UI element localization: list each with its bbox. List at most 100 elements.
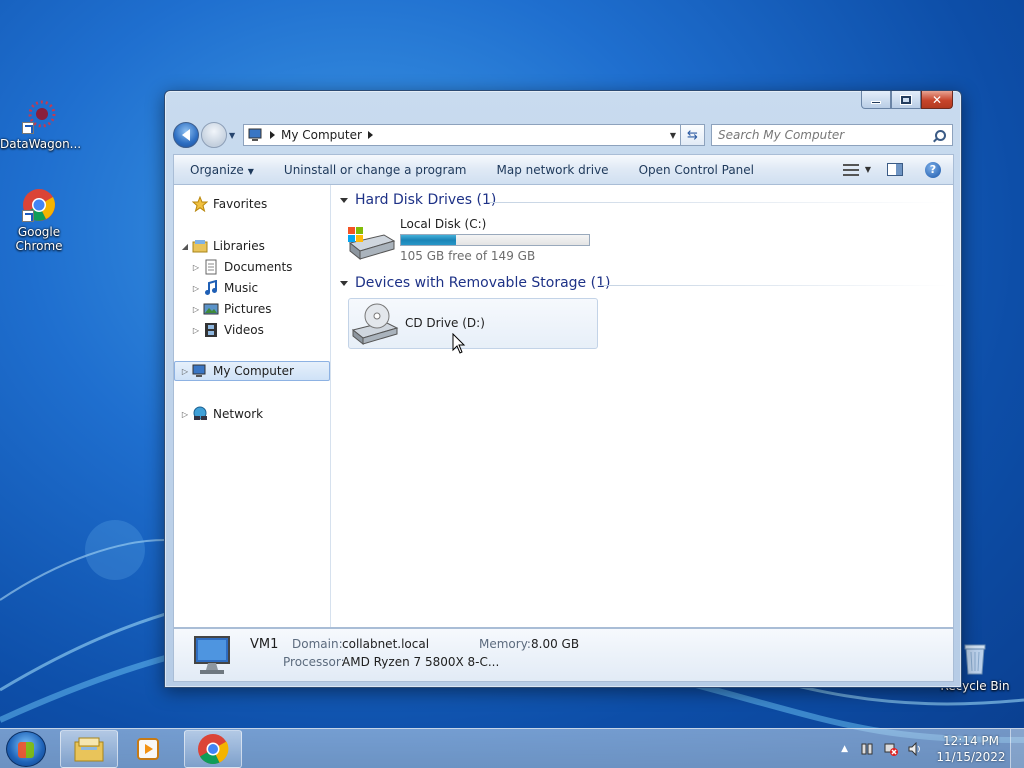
hard-disk-icon (348, 227, 396, 261)
drive-name: Local Disk (C:) (400, 217, 487, 231)
drive-cd-drive-d[interactable]: CD Drive (D:) (348, 298, 598, 349)
nav-music[interactable]: ▷ Music (191, 278, 258, 298)
group-header-hard-disk-drives[interactable]: Hard Disk Drives (1) (340, 192, 496, 208)
taskbar-chrome-button[interactable] (184, 730, 242, 768)
nav-my-computer[interactable]: ▷ My Computer (174, 361, 330, 381)
disk-usage-fill (401, 235, 457, 245)
forward-button[interactable] (201, 122, 227, 148)
drive-name: CD Drive (D:) (405, 316, 485, 330)
disk-usage-bar (400, 234, 590, 246)
expand-icon[interactable]: ▷ (191, 284, 201, 293)
cd-drive-icon (351, 303, 399, 346)
network-icon (193, 406, 207, 420)
desktop-icon-datawagon[interactable]: DataWagon... (0, 100, 82, 151)
expand-icon[interactable]: ▷ (191, 305, 201, 314)
maximize-icon (900, 94, 912, 105)
expand-icon[interactable]: ▷ (180, 410, 190, 419)
system-tray: ▲ 12:14 PM 11/15/2022 (841, 729, 1024, 768)
history-dropdown-button[interactable]: ▼ (229, 131, 239, 140)
nav-label: Pictures (224, 302, 272, 316)
close-icon: ✕ (931, 92, 943, 107)
search-icon[interactable] (935, 129, 946, 141)
collapse-icon[interactable]: ◢ (180, 242, 190, 251)
map-network-drive-button[interactable]: Map network drive (497, 163, 609, 177)
drive-free-space: 105 GB free of 149 GB (400, 249, 536, 263)
taskbar-clock[interactable]: 12:14 PM 11/15/2022 (932, 733, 1010, 765)
back-button[interactable] (173, 122, 199, 148)
maximize-button[interactable] (891, 91, 921, 109)
documents-icon (205, 259, 217, 275)
breadcrumb-separator-icon (270, 131, 275, 139)
videos-film-icon (205, 323, 217, 337)
shortcut-arrow-icon (22, 122, 34, 134)
chrome-icon (198, 734, 229, 764)
nav-videos[interactable]: ▷ Videos (191, 320, 264, 340)
shortcut-arrow-icon (22, 210, 34, 222)
preview-pane-icon[interactable] (887, 163, 903, 176)
clock-date: 11/15/2022 (936, 750, 1006, 764)
expand-icon[interactable]: ▷ (180, 367, 190, 376)
domain-value: collabnet.local (342, 637, 430, 651)
taskbar-media-player-button[interactable] (120, 730, 176, 768)
memory-label: Memory: (479, 637, 531, 651)
address-bar[interactable]: My Computer ▼ (243, 124, 681, 146)
star-icon (192, 196, 208, 212)
nav-favorites[interactable]: Favorites (190, 194, 267, 214)
expand-icon[interactable]: ▷ (191, 326, 201, 335)
desktop-icon-label: DataWagon... (0, 137, 82, 151)
uninstall-program-button[interactable]: Uninstall or change a program (284, 163, 467, 177)
pictures-icon (203, 303, 219, 315)
nav-libraries[interactable]: ◢ Libraries (180, 236, 265, 256)
collapse-group-icon[interactable] (340, 197, 348, 203)
desktop-icon-google-chrome[interactable]: Google Chrome (0, 188, 78, 253)
nav-label: Favorites (213, 197, 268, 211)
collapse-group-icon[interactable] (340, 280, 348, 286)
change-view-icon[interactable] (842, 163, 859, 176)
window-controls: ✕ (861, 91, 953, 109)
back-arrow-icon (182, 129, 190, 141)
memory-value: 8.00 GB (531, 637, 580, 651)
chrome-icon (22, 188, 56, 222)
processor-label: Processor: (283, 655, 345, 669)
explorer-window: ✕ ▼ My Computer ▼ ⇆ Search My Computer O… (164, 90, 962, 688)
show-desktop-button[interactable] (1010, 729, 1024, 768)
search-placeholder: Search My Computer (718, 128, 845, 142)
drive-local-disk-c[interactable]: Local Disk (C:) 105 GB free of 149 GB (344, 215, 594, 265)
mouse-cursor-icon (452, 333, 466, 354)
main-pane: Hard Disk Drives (1) Local Disk (C:) 105… (332, 185, 953, 627)
close-button[interactable]: ✕ (921, 91, 953, 109)
refresh-button[interactable]: ⇆ (681, 124, 705, 146)
computer-icon (192, 364, 206, 377)
computer-name: VM1 (250, 637, 279, 652)
group-header-removable-storage[interactable]: Devices with Removable Storage (1) (340, 275, 610, 291)
datawagon-icon (22, 100, 56, 134)
address-dropdown-button[interactable]: ▼ (666, 131, 680, 140)
libraries-folder-icon (192, 240, 208, 253)
breadcrumb-my-computer[interactable]: My Computer (281, 128, 362, 142)
media-player-icon (137, 738, 159, 760)
start-button[interactable] (6, 731, 46, 767)
volume-icon[interactable] (908, 742, 922, 756)
domain-label: Domain: (292, 637, 343, 651)
nav-documents[interactable]: ▷ Documents (191, 257, 292, 277)
group-divider (600, 285, 948, 286)
navigation-pane: Favorites ◢ Libraries ▷ Documents ▷ Musi… (174, 185, 331, 627)
nav-label: Music (224, 281, 259, 295)
processor-value: AMD Ryzen 7 5800X 8-C... (342, 655, 500, 669)
expand-icon[interactable]: ▷ (191, 263, 201, 272)
breadcrumb-chevron-icon[interactable] (367, 131, 373, 139)
show-hidden-icons-button[interactable]: ▲ (841, 744, 848, 754)
organize-button[interactable]: Organize ▼ (190, 163, 254, 177)
taskbar-explorer-button[interactable] (60, 730, 118, 768)
view-options-dropdown-icon[interactable]: ▼ (865, 165, 871, 174)
action-center-flag-icon[interactable] (860, 742, 874, 756)
nav-network[interactable]: ▷ Network (180, 404, 263, 424)
search-input[interactable]: Search My Computer (711, 124, 953, 146)
open-control-panel-button[interactable]: Open Control Panel (639, 163, 754, 177)
network-disconnected-icon[interactable] (884, 742, 898, 756)
help-icon[interactable]: ? (925, 161, 941, 178)
minimize-button[interactable] (861, 91, 891, 109)
nav-label: Network (213, 407, 264, 421)
nav-label: Libraries (213, 239, 265, 253)
nav-pictures[interactable]: ▷ Pictures (191, 299, 272, 319)
